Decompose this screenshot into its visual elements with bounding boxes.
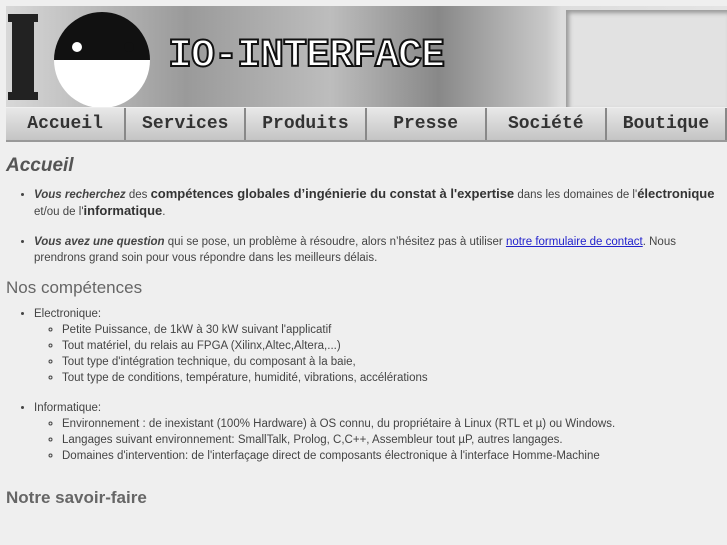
competence-group: Informatique: Environnement : de inexist… xyxy=(34,400,727,464)
text: dans les domaines de l' xyxy=(514,189,638,201)
nav-accueil[interactable]: Accueil xyxy=(6,108,127,140)
intro-em: Vous recherchez xyxy=(34,189,126,201)
text-strong: informatique xyxy=(83,203,163,218)
main-content: Accueil Vous recherchez des compétences … xyxy=(6,155,727,516)
competences-list: Electronique: Petite Puissance, de 1kW à… xyxy=(6,306,727,464)
text-strong: compétences globales d’ingénierie du con… xyxy=(150,186,515,201)
competence-group: Electronique: Petite Puissance, de 1kW à… xyxy=(34,306,727,386)
list-item: Tout matériel, du relais au FPGA (Xilinx… xyxy=(62,338,727,354)
intro-item: Vous recherchez des compétences globales… xyxy=(34,186,727,220)
text: qui se pose, un problème à résoudre, alo… xyxy=(164,236,506,248)
list-item: Tout type d'intégration technique, du co… xyxy=(62,354,727,370)
nav-services[interactable]: Services xyxy=(126,108,247,140)
banner-panel xyxy=(566,10,727,107)
intro-list: Vous recherchez des compétences globales… xyxy=(6,186,727,266)
intro-item: Vous avez une question qui se pose, un p… xyxy=(34,234,727,266)
text: . xyxy=(162,206,166,218)
nav-produits[interactable]: Produits xyxy=(246,108,367,140)
nav-presse[interactable]: Presse xyxy=(366,108,487,140)
group-label: Electronique: xyxy=(34,308,102,320)
logo-i xyxy=(8,14,38,100)
main-nav: Accueil Services Produits Presse Société… xyxy=(6,108,727,142)
list-item: Environnement : de inexistant (100% Hard… xyxy=(62,416,727,432)
list-item: Langages suivant environnement: SmallTal… xyxy=(62,432,727,448)
list-item: Petite Puissance, de 1kW à 30 kW suivant… xyxy=(62,322,727,338)
nav-societe[interactable]: Société xyxy=(486,108,607,140)
text: des xyxy=(125,189,151,201)
page-title: Accueil xyxy=(6,155,74,176)
section-title-savoir-faire: Notre savoir-faire xyxy=(6,488,147,507)
intro-em: Vous avez une question xyxy=(34,236,165,248)
header-banner: IO-INTERFACE xyxy=(6,6,727,107)
list-item: Tout type de conditions, température, hu… xyxy=(62,370,727,386)
yin-yang-logo-icon xyxy=(54,12,150,107)
list-item: Domaines d'intervention: de l'interfaçag… xyxy=(62,448,727,464)
contact-form-link[interactable]: notre formulaire de contact xyxy=(506,236,643,248)
text: et/ou de l' xyxy=(34,206,84,218)
group-label: Informatique: xyxy=(34,402,102,414)
text-strong: électronique xyxy=(637,186,715,201)
section-title-competences: Nos compétences xyxy=(6,278,143,297)
nav-boutique[interactable]: Boutique xyxy=(606,108,727,140)
site-title: IO-INTERFACE xyxy=(167,33,446,80)
